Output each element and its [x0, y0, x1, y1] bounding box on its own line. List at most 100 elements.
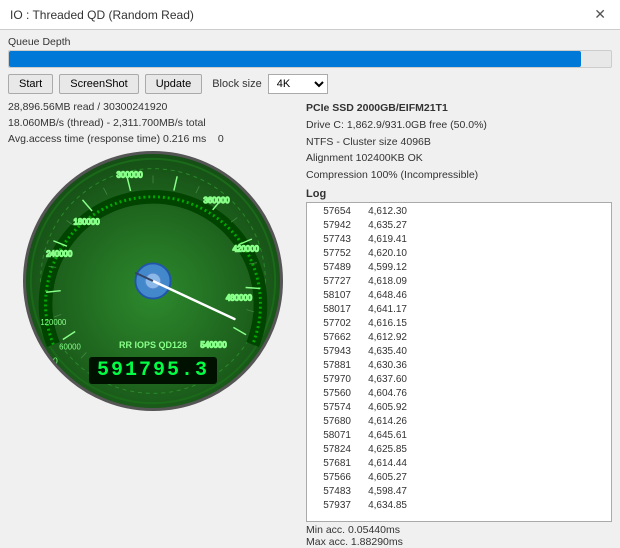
log-id: 57943: [311, 345, 351, 359]
log-val: 4,599.12: [357, 261, 407, 275]
toolbar: Start ScreenShot Update Block size 4K 8K…: [8, 74, 612, 94]
log-val: 4,645.61: [357, 429, 407, 443]
log-val: 4,635.27: [357, 219, 407, 233]
log-val: 4,637.60: [357, 373, 407, 387]
log-val: 4,616.15: [357, 317, 407, 331]
log-id: 57489: [311, 261, 351, 275]
log-val: 4,625.85: [357, 443, 407, 457]
log-row: 58107 4,648.46: [311, 289, 607, 303]
svg-text:300000: 300000: [117, 171, 144, 180]
log-row: 57662 4,612.92: [311, 331, 607, 345]
log-label: Log: [306, 188, 612, 200]
log-row: 57483 4,598.47: [311, 485, 607, 499]
svg-text:540000: 540000: [201, 341, 228, 350]
log-row: 57824 4,625.85: [311, 443, 607, 457]
log-val: 4,614.44: [357, 457, 407, 471]
log-val: 4,614.26: [357, 415, 407, 429]
stat-line2: 18.060MB/s (thread) - 2,311.700MB/s tota…: [8, 116, 298, 132]
log-row: 57937 4,634.85: [311, 499, 607, 513]
log-row: 57566 4,605.27: [311, 471, 607, 485]
update-button[interactable]: Update: [145, 74, 202, 94]
block-size-select[interactable]: 4K 8K 16K 64K 128K 512K 1M: [268, 74, 328, 94]
drive-line2: NTFS - Cluster size 4096B: [306, 134, 612, 151]
title-bar: IO : Threaded QD (Random Read) ✕: [0, 0, 620, 30]
log-val: 4,630.36: [357, 359, 407, 373]
log-id: 57681: [311, 457, 351, 471]
drive-line1: Drive C: 1,862.9/931.0GB free (50.0%): [306, 117, 612, 134]
log-id: 57752: [311, 247, 351, 261]
log-row: 57727 4,618.09: [311, 275, 607, 289]
stat-line1: 28,896.56MB read / 30300241920: [8, 100, 298, 116]
log-row: 57654 4,612.30: [311, 205, 607, 219]
log-val: 4,641.17: [357, 303, 407, 317]
log-id: 57702: [311, 317, 351, 331]
log-val: 4,634.85: [357, 499, 407, 513]
log-container[interactable]: 57654 4,612.30 57942 4,635.27 57743 4,61…: [306, 202, 612, 522]
svg-text:420000: 420000: [233, 245, 260, 254]
log-id: 57574: [311, 401, 351, 415]
log-val: 4,605.27: [357, 471, 407, 485]
queue-depth-fill: [9, 51, 581, 67]
log-val: 4,612.30: [357, 205, 407, 219]
log-id: 57566: [311, 471, 351, 485]
svg-text:0: 0: [53, 356, 58, 366]
drive-line4: Compression 100% (Incompressible): [306, 167, 612, 184]
log-id: 57483: [311, 485, 351, 499]
log-val: 4,635.40: [357, 345, 407, 359]
log-val: 4,618.09: [357, 275, 407, 289]
log-id: 57680: [311, 415, 351, 429]
log-row: 57752 4,620.10: [311, 247, 607, 261]
right-panel: PCIe SSD 2000GB/EIFM21T1 Drive C: 1,862.…: [306, 100, 612, 548]
log-row: 57680 4,614.26: [311, 415, 607, 429]
log-row: 57574 4,605.92: [311, 401, 607, 415]
drive-line3: Alignment 102400KB OK: [306, 150, 612, 167]
log-id: 57824: [311, 443, 351, 457]
body-row: 28,896.56MB read / 30300241920 18.060MB/…: [8, 100, 612, 548]
stat-line3: Avg.access time (response time) 0.216 ms…: [8, 132, 298, 148]
main-content: Queue Depth Start ScreenShot Update Bloc…: [0, 30, 620, 526]
start-button[interactable]: Start: [8, 74, 53, 94]
svg-text:60000: 60000: [59, 343, 81, 352]
log-row: 57970 4,637.60: [311, 373, 607, 387]
log-row: 57943 4,635.40: [311, 345, 607, 359]
log-row: 57489 4,599.12: [311, 261, 607, 275]
drive-title: PCIe SSD 2000GB/EIFM21T1: [306, 100, 612, 117]
queue-depth-bar: [8, 50, 612, 68]
log-val: 4,619.41: [357, 233, 407, 247]
window-title: IO : Threaded QD (Random Read): [10, 8, 194, 22]
svg-text:180000: 180000: [74, 218, 101, 227]
log-val: 4,604.76: [357, 387, 407, 401]
log-id: 57662: [311, 331, 351, 345]
log-id: 57727: [311, 275, 351, 289]
stats-text: 28,896.56MB read / 30300241920 18.060MB/…: [8, 100, 298, 147]
log-row: 58017 4,641.17: [311, 303, 607, 317]
log-id: 57937: [311, 499, 351, 513]
svg-text:240000: 240000: [46, 250, 73, 259]
log-row: 57681 4,614.44: [311, 457, 607, 471]
gauge-label: RR IOPS QD128: [119, 340, 187, 350]
footer-stats: Min acc. 0.05440ms Max acc. 1.88290ms: [306, 524, 612, 548]
log-row: 58071 4,645.61: [311, 429, 607, 443]
log-id: 57743: [311, 233, 351, 247]
svg-text:480000: 480000: [226, 294, 253, 303]
block-size-label: Block size: [212, 78, 262, 90]
gauge: 0 180000 240000 300000: [23, 151, 283, 411]
log-val: 4,620.10: [357, 247, 407, 261]
screenshot-button[interactable]: ScreenShot: [59, 74, 138, 94]
svg-text:120000: 120000: [40, 318, 67, 327]
log-id: 58107: [311, 289, 351, 303]
log-row: 57560 4,604.76: [311, 387, 607, 401]
log-id: 58071: [311, 429, 351, 443]
log-val: 4,648.46: [357, 289, 407, 303]
log-val: 4,605.92: [357, 401, 407, 415]
log-row: 57743 4,619.41: [311, 233, 607, 247]
log-row: 57702 4,616.15: [311, 317, 607, 331]
svg-text:360000: 360000: [203, 196, 230, 205]
close-button[interactable]: ✕: [590, 6, 610, 23]
log-row: 57942 4,635.27: [311, 219, 607, 233]
max-acc: Max acc. 1.88290ms: [306, 536, 612, 548]
log-id: 57560: [311, 387, 351, 401]
log-row: 57881 4,630.36: [311, 359, 607, 373]
queue-depth-label: Queue Depth: [8, 36, 612, 48]
log-id: 57970: [311, 373, 351, 387]
